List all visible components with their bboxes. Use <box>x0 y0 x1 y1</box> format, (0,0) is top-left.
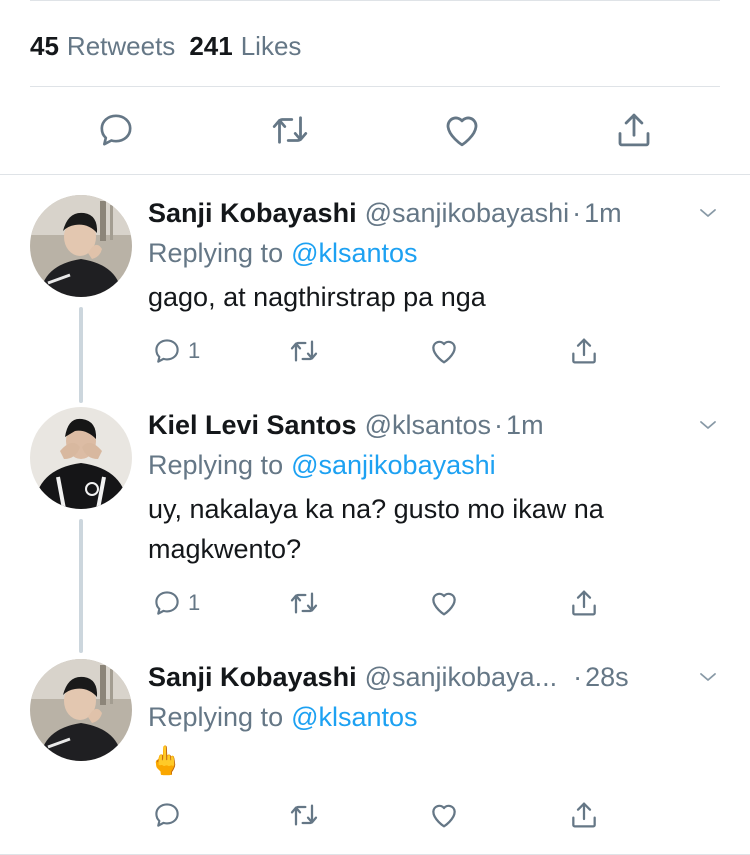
share-icon <box>572 590 596 616</box>
share-icon <box>572 338 596 364</box>
like-icon <box>432 592 456 616</box>
chevron-down-icon[interactable] <box>696 201 720 225</box>
avatar[interactable] <box>30 407 132 509</box>
tweet-text: uy, nakalaya ka na? gusto mo ikaw na mag… <box>148 494 604 564</box>
like-button[interactable] <box>428 583 460 623</box>
author-name[interactable]: Sanji Kobayashi <box>148 662 357 693</box>
stats-divider <box>30 86 720 87</box>
like-button[interactable] <box>428 795 460 835</box>
retweets-label[interactable]: Retweets <box>67 31 175 62</box>
tweet-text: gago, at nagthirstrap pa nga <box>148 282 486 312</box>
timestamp: 1m <box>584 197 622 228</box>
tweet-header: Sanji Kobayashi @sanjikobayashi · 1m <box>148 195 730 231</box>
share-button[interactable] <box>610 106 658 154</box>
share-button[interactable] <box>568 795 600 835</box>
reply-icon <box>155 339 179 363</box>
tweet-stats: 45 Retweets 241 Likes <box>30 30 301 62</box>
author-handle[interactable]: @sanjikobaya... <box>365 662 558 693</box>
author-name[interactable]: Sanji Kobayashi <box>148 198 357 229</box>
retweet-icon <box>272 116 308 144</box>
author-handle[interactable]: @klsantos <box>365 410 491 441</box>
thread-line <box>79 519 83 653</box>
share-icon <box>618 113 650 147</box>
reply-button[interactable] <box>152 795 182 835</box>
like-icon <box>432 804 456 828</box>
tweet-text: 🖕 <box>148 745 183 776</box>
retweet-button[interactable] <box>288 795 320 835</box>
separator-dot: · <box>494 409 504 440</box>
replying-to-handle[interactable]: @sanjikobayashi <box>291 450 496 481</box>
section-divider <box>0 174 750 175</box>
replying-to: Replying to @sanjikobayashi <box>148 447 730 483</box>
tweet-header: Sanji Kobayashi @sanjikobaya... · 28s <box>148 659 730 695</box>
like-button[interactable] <box>438 106 486 154</box>
reply-button[interactable]: 1 <box>152 331 200 371</box>
tweet-action-bar <box>0 106 750 154</box>
retweet-button[interactable] <box>288 331 320 371</box>
retweet-icon <box>290 340 318 362</box>
replying-to-handle[interactable]: @klsantos <box>291 702 417 733</box>
reply-icon <box>155 803 179 827</box>
avatar[interactable] <box>30 659 132 761</box>
share-button[interactable] <box>568 583 600 623</box>
separator-dot: · <box>573 661 583 692</box>
tweet-header: Kiel Levi Santos @klsantos · 1m <box>148 407 730 443</box>
reply-icon <box>100 114 132 146</box>
retweet-icon <box>290 804 318 826</box>
chevron-down-icon[interactable] <box>696 665 720 689</box>
timestamp: 28s <box>585 661 629 692</box>
reply-action-bar: 1 <box>148 583 608 623</box>
separator-dot: · <box>572 197 582 228</box>
replying-to: Replying to @klsantos <box>148 699 730 735</box>
reply-action-bar <box>148 795 608 835</box>
share-button[interactable] <box>568 331 600 371</box>
reply-count: 1 <box>188 590 201 615</box>
retweets-count[interactable]: 45 <box>30 31 59 62</box>
replying-to: Replying to @klsantos <box>148 235 730 271</box>
avatar[interactable] <box>30 195 132 297</box>
reply-count: 1 <box>188 338 201 363</box>
reply-icon <box>155 591 179 615</box>
thread-line <box>79 307 83 403</box>
reply-action-bar: 1 <box>148 331 608 371</box>
author-handle[interactable]: @sanjikobayashi <box>365 198 570 229</box>
like-icon <box>432 340 456 364</box>
retweet-icon <box>290 592 318 614</box>
share-icon <box>572 802 596 828</box>
reply-button[interactable]: 1 <box>152 583 200 623</box>
chevron-down-icon[interactable] <box>696 413 720 437</box>
like-button[interactable] <box>428 331 460 371</box>
top-divider <box>30 0 720 1</box>
replying-label: Replying to <box>148 449 284 480</box>
like-icon <box>446 116 478 147</box>
replying-label: Replying to <box>148 237 284 268</box>
likes-count[interactable]: 241 <box>189 31 232 62</box>
timestamp: 1m <box>506 409 544 440</box>
reply-button[interactable] <box>92 106 140 154</box>
retweet-button[interactable] <box>288 583 320 623</box>
author-name[interactable]: Kiel Levi Santos <box>148 410 357 441</box>
replying-label: Replying to <box>148 701 284 732</box>
likes-label[interactable]: Likes <box>241 31 302 62</box>
retweet-button[interactable] <box>266 106 314 154</box>
replying-to-handle[interactable]: @klsantos <box>291 238 417 269</box>
